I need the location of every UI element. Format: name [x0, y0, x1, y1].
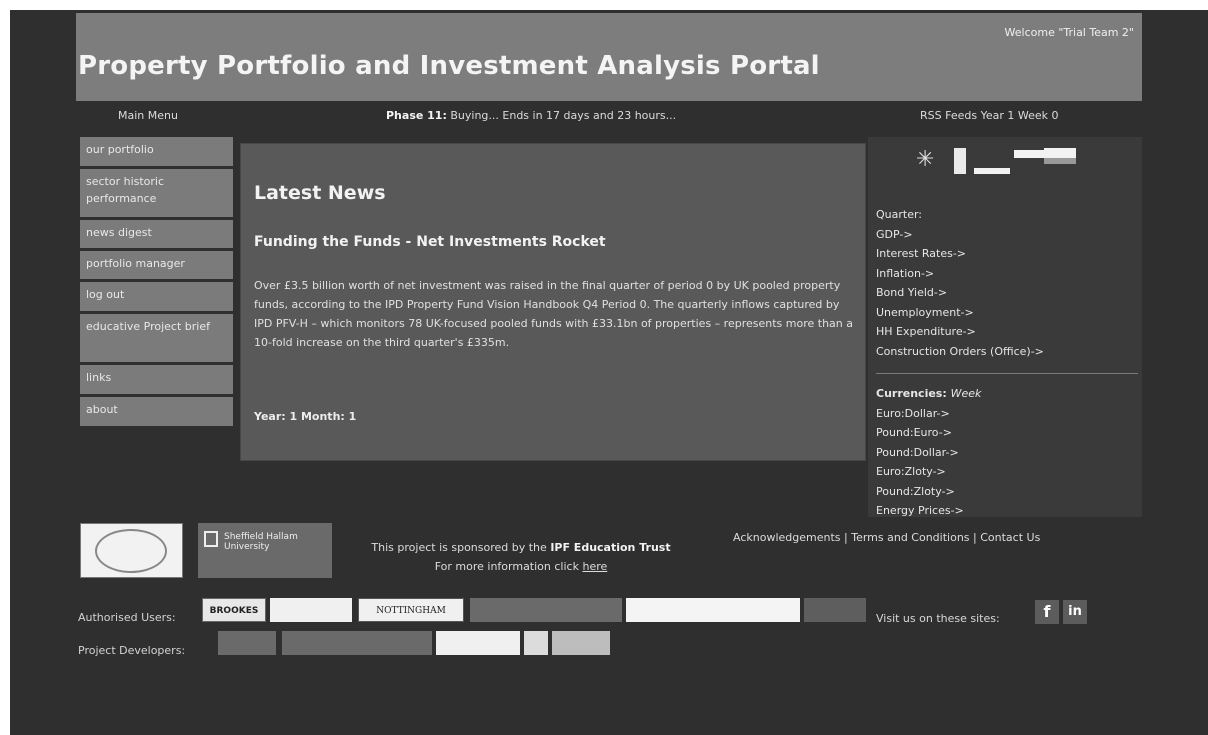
- developer-logo[interactable]: [218, 631, 276, 655]
- indicator-inflation[interactable]: Inflation->: [876, 264, 1044, 284]
- seal-logo-icon: [95, 529, 167, 573]
- currencies-list: Currencies: Week Euro:Dollar-> Pound:Eur…: [876, 384, 981, 521]
- flag-icon[interactable]: [1044, 148, 1076, 164]
- university-logo-text: Sheffield Hallam University: [224, 532, 298, 552]
- contact-link[interactable]: Contact Us: [980, 531, 1040, 544]
- indicator-bond-yield[interactable]: Bond Yield->: [876, 283, 1044, 303]
- more-info-link[interactable]: here: [582, 560, 607, 573]
- news-panel: Latest News Funding the Funds - Net Inve…: [240, 143, 866, 461]
- currency-euro-zloty[interactable]: Euro:Zloty->: [876, 462, 981, 482]
- flag-icon[interactable]: [954, 148, 966, 174]
- sponsor-org: IPF Education Trust: [550, 541, 671, 554]
- currency-pound-dollar[interactable]: Pound:Dollar->: [876, 443, 981, 463]
- university-crest-icon: [204, 531, 218, 547]
- currency-euro-dollar[interactable]: Euro:Dollar->: [876, 404, 981, 424]
- ipf-education-trust-logo[interactable]: [80, 523, 183, 578]
- main-menu-title: Main Menu: [118, 109, 178, 122]
- partner-logo[interactable]: [270, 598, 352, 622]
- footer-links: Acknowledgements | Terms and Conditions …: [733, 531, 1041, 544]
- energy-prices[interactable]: Energy Prices->: [876, 501, 981, 521]
- rss-feeds-link[interactable]: RSS Feeds Year 1 Week 0: [920, 109, 1059, 122]
- menu-item-our-portfolio[interactable]: our portfolio: [80, 137, 233, 166]
- phase-text: Buying... Ends in 17 days and 23 hours..…: [450, 109, 677, 122]
- sponsor-text: This project is sponsored by the: [371, 541, 547, 554]
- partner-logo[interactable]: NOTTINGHAM: [358, 598, 464, 622]
- indicator-interest-rates[interactable]: Interest Rates->: [876, 244, 1044, 264]
- menu-item-links[interactable]: links: [80, 365, 233, 394]
- indicator-construction-orders[interactable]: Construction Orders (Office)->: [876, 342, 1044, 362]
- news-date: Year: 1 Month: 1: [254, 410, 357, 423]
- partner-logo[interactable]: [470, 598, 622, 622]
- developer-logo[interactable]: [524, 631, 548, 655]
- currencies-label: Currencies:: [876, 387, 947, 400]
- top-bar: Main Menu Phase 11: Buying... Ends in 17…: [76, 104, 1142, 128]
- visit-us-label: Visit us on these sites:: [876, 612, 1000, 625]
- flag-icon[interactable]: [1014, 150, 1044, 158]
- authorised-users-label: Authorised Users:: [78, 611, 176, 624]
- page-title: Property Portfolio and Investment Analys…: [78, 51, 820, 81]
- menu-item-log-out[interactable]: log out: [80, 282, 233, 311]
- news-body: Over £3.5 billion worth of net investmen…: [254, 279, 853, 349]
- phase-label: Phase 11:: [386, 109, 447, 122]
- developer-logo[interactable]: [436, 631, 520, 655]
- partner-logo[interactable]: [626, 598, 800, 622]
- flag-icon[interactable]: [974, 150, 1010, 174]
- currency-pound-zloty[interactable]: Pound:Zloty->: [876, 482, 981, 502]
- more-info-text: For more information click: [434, 560, 579, 573]
- menu-item-sector-historic-performance[interactable]: sector historic performance: [80, 169, 233, 217]
- economic-indicators-list: Quarter: GDP-> Interest Rates-> Inflatio…: [876, 205, 1044, 361]
- partner-logo[interactable]: BROOKES: [202, 598, 266, 622]
- menu-item-portfolio-manager[interactable]: portfolio manager: [80, 251, 233, 279]
- project-developers-label: Project Developers:: [78, 644, 186, 657]
- facebook-icon[interactable]: f: [1035, 600, 1059, 624]
- uk-flag-icon[interactable]: ✳: [916, 149, 944, 171]
- phase-status: Phase 11: Buying... Ends in 17 days and …: [386, 109, 676, 122]
- indicators-panel: ✳ Quarter: GDP-> Interest Rates-> Inflat…: [868, 137, 1142, 517]
- terms-link[interactable]: Terms and Conditions: [851, 531, 969, 544]
- partner-logo[interactable]: [804, 598, 866, 622]
- currency-pound-euro[interactable]: Pound:Euro->: [876, 423, 981, 443]
- news-headline: Funding the Funds - Net Investments Rock…: [254, 234, 606, 250]
- news-heading: Latest News: [254, 182, 386, 204]
- university-logo[interactable]: Sheffield Hallam University: [198, 523, 332, 578]
- menu-item-project-brief[interactable]: educative Project brief: [80, 314, 233, 362]
- divider: [876, 373, 1138, 374]
- menu-item-news-digest[interactable]: news digest: [80, 220, 233, 248]
- indicator-gdp[interactable]: GDP->: [876, 225, 1044, 245]
- indicator-quarter: Quarter:: [876, 208, 923, 221]
- currencies-heading: Currencies: Week: [876, 384, 981, 404]
- acknowledgements-link[interactable]: Acknowledgements: [733, 531, 841, 544]
- developer-logo[interactable]: [552, 631, 610, 655]
- welcome-message: Welcome "Trial Team 2": [1004, 26, 1134, 39]
- menu-item-about[interactable]: about: [80, 397, 233, 426]
- indicator-unemployment[interactable]: Unemployment->: [876, 303, 1044, 323]
- main-menu: our portfolio sector historic performanc…: [80, 137, 233, 429]
- language-flags: ✳: [916, 148, 1116, 174]
- developer-logo[interactable]: [282, 631, 432, 655]
- linkedin-icon[interactable]: in: [1063, 600, 1087, 624]
- indicator-hh-expenditure[interactable]: HH Expenditure->: [876, 322, 1044, 342]
- site-header: Property Portfolio and Investment Analys…: [76, 13, 1142, 101]
- sponsor-note: This project is sponsored by the IPF Edu…: [338, 538, 704, 576]
- currencies-period: Week: [950, 387, 982, 400]
